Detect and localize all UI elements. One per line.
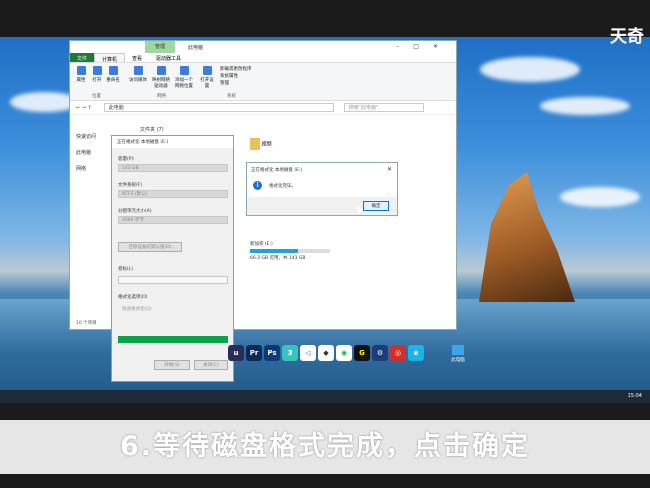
map-drive-button[interactable]: 映射网络驱动器 — [150, 66, 172, 89]
info-icon: i — [253, 181, 262, 190]
nav-item-this-pc[interactable]: 此电脑 — [76, 145, 96, 161]
uninstall-programs-link[interactable]: 卸载或更改程序 — [220, 66, 252, 73]
folder-video[interactable]: 视频 — [250, 138, 272, 150]
folder-icon — [250, 138, 260, 150]
access-media-button[interactable]: 访问媒体 — [128, 66, 148, 83]
drive-e[interactable]: 新加卷 (E:) 66.3 GB 可用，共 143 GB — [250, 241, 330, 261]
nav-item-quick-access[interactable]: 快速访问 — [76, 129, 96, 145]
format-dialog: 正在格式化 本地磁盘 (E:) 容量(P): 143 GB 文件系统(F) NT… — [111, 135, 234, 382]
open-icon — [92, 66, 102, 75]
app-icon-edge[interactable]: e — [408, 345, 424, 361]
format-progress-bar — [118, 336, 228, 343]
computer-icon — [452, 345, 464, 355]
drive-space: 66.3 GB 可用，共 143 GB — [250, 256, 306, 261]
address-bar[interactable]: 此电脑 — [103, 103, 334, 112]
explorer-titlebar: 管理 此电脑 –□✕ — [70, 41, 456, 53]
nav-pane: 快速访问 此电脑 网络 — [76, 129, 96, 177]
folders-section[interactable]: 文件夹 (7) — [140, 126, 164, 133]
filesystem-select[interactable]: NTFS (默认) — [118, 190, 228, 198]
rename-button[interactable]: 重命名 — [106, 66, 120, 83]
quick-format-checkbox[interactable]: 快速格式化(Q) — [122, 306, 152, 312]
map-drive-icon — [156, 66, 166, 75]
brand-logo: 天奇 — [610, 27, 644, 47]
close-button[interactable]: 关闭(C) — [194, 360, 228, 370]
complete-message: 格式化完毕。 — [269, 184, 296, 189]
address-bar-row: ← → ↑ 此电脑 搜索"此电脑" — [70, 101, 456, 115]
video-frame: 天奇 管理 此电脑 –□✕ 文件 计算机 查看 驱动器工具 属性 打开 重命名 … — [0, 0, 650, 488]
start-button[interactable]: 开始(S) — [154, 360, 190, 370]
fs-label: 文件系统(F) — [118, 183, 143, 188]
open-settings-button[interactable]: 打开设置 — [200, 66, 214, 89]
app-icon-inkscape[interactable]: ◆ — [318, 345, 334, 361]
group-system: 系统 — [227, 94, 236, 99]
open-button[interactable]: 打开 — [90, 66, 104, 83]
properties-button[interactable]: 属性 — [74, 66, 88, 83]
format-complete-dialog: 正在格式化 本地磁盘 (E:) ✕ i 格式化完毕。 确定 — [246, 162, 398, 216]
format-dialog-title: 正在格式化 本地磁盘 (E:) — [112, 136, 233, 148]
properties-icon — [76, 66, 86, 75]
system-properties-link[interactable]: 系统属性 — [220, 73, 252, 80]
media-icon — [133, 66, 143, 75]
search-input[interactable]: 搜索"此电脑" — [343, 103, 424, 112]
capacity-label: 容量(P): — [118, 157, 135, 162]
tutorial-caption: 6.等待磁盘格式完成，点击确定 — [0, 420, 650, 474]
back-icon[interactable]: ← → ↑ — [76, 105, 92, 111]
drive-name: 新加卷 (E:) — [250, 242, 273, 247]
alloc-label: 分配单元大小(A) — [118, 209, 152, 214]
window-controls[interactable]: –□✕ — [396, 43, 452, 50]
nav-item-network[interactable]: 网络 — [76, 161, 96, 177]
ok-button[interactable]: 确定 — [363, 201, 389, 211]
app-icon-visual[interactable]: ◁ — [300, 345, 316, 361]
ribbon-tabs: 文件 计算机 查看 驱动器工具 — [70, 53, 456, 63]
app-icon-photoshop[interactable]: Ps — [264, 345, 280, 361]
app-icon-3d[interactable]: 3 — [282, 345, 298, 361]
drive-usage-bar — [250, 249, 330, 253]
app-icon-g[interactable]: G — [354, 345, 370, 361]
tab-computer[interactable]: 计算机 — [94, 53, 126, 63]
desktop-icon-this-pc[interactable]: 此电脑 — [447, 345, 469, 363]
complete-dialog-title: 正在格式化 本地磁盘 (E:) — [251, 168, 303, 173]
app-dock: u Pr Ps 3 ◁ ◆ ◉ G ⚙ ◎ e — [228, 345, 424, 361]
ribbon: 属性 打开 重命名 访问媒体 映射网络驱动器 添加一个网络位置 打开设置 卸载或… — [70, 63, 456, 101]
manage-tab[interactable]: 管理 — [145, 41, 175, 53]
capacity-select[interactable]: 143 GB — [118, 164, 228, 172]
app-icon-premiere[interactable]: Pr — [246, 345, 262, 361]
taskbar: 15:04 — [0, 390, 650, 403]
network-icon — [179, 66, 189, 75]
app-icon-netease[interactable]: ◎ — [390, 345, 406, 361]
restore-defaults-button[interactable]: 还原设备的默认值(D) — [118, 242, 182, 252]
rock-island — [479, 172, 575, 302]
rename-icon — [108, 66, 118, 75]
add-network-location-button[interactable]: 添加一个网络位置 — [173, 66, 195, 89]
status-bar: 10 个项目 — [76, 321, 97, 326]
tab-drive-tools[interactable]: 驱动器工具 — [149, 53, 188, 62]
group-network: 网络 — [157, 94, 166, 99]
group-location: 位置 — [92, 94, 101, 99]
volume-input[interactable] — [118, 276, 228, 284]
gear-icon — [202, 66, 212, 75]
volume-label: 卷标(L) — [118, 267, 134, 272]
app-icon-au[interactable]: u — [228, 345, 244, 361]
manage-link[interactable]: 管理 — [220, 80, 252, 87]
app-icon-steam[interactable]: ⚙ — [372, 345, 388, 361]
format-options-label: 格式化选项(O) — [118, 295, 148, 300]
close-icon[interactable]: ✕ — [387, 166, 392, 173]
tab-file[interactable]: 文件 — [70, 53, 95, 62]
app-icon-360[interactable]: ◉ — [336, 345, 352, 361]
tab-view[interactable]: 查看 — [125, 53, 149, 62]
explorer-title: 此电脑 — [188, 45, 204, 51]
taskbar-clock: 15:04 — [627, 393, 642, 399]
alloc-select[interactable]: 4096 字节 — [118, 216, 228, 224]
